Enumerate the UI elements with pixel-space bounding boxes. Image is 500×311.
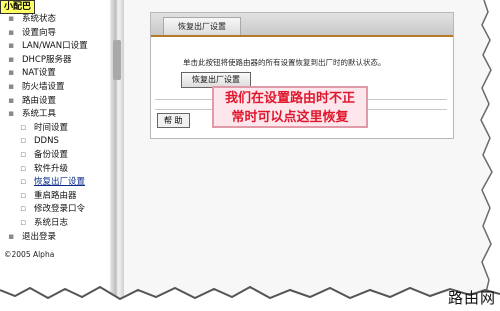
bullet-icon: ▫ — [20, 149, 27, 160]
sidebar-item-label: 修改登录口令 — [34, 204, 86, 215]
sidebar-item-lan-wan[interactable]: ▪ LAN/WAN口设置 — [8, 40, 88, 54]
sidebar-item-label: 防火墙设置 — [22, 81, 65, 92]
sidebar-item-label: 系统日志 — [34, 217, 69, 228]
bullet-icon: ▪ — [8, 27, 15, 38]
sidebar-item-label: 系统工具 — [22, 109, 57, 120]
bullet-icon: ▪ — [8, 68, 15, 79]
sidebar-item-nat[interactable]: ▪ NAT设置 — [8, 67, 88, 81]
annotation-callout: 我们在设置路由时不正 常时可以点这里恢复 — [212, 86, 368, 128]
sidebar-item-syslog[interactable]: ▫ 系统日志 — [8, 217, 88, 231]
sidebar-item-label: NAT设置 — [22, 68, 56, 79]
panel-title-tab: 恢复出厂设置 — [163, 17, 241, 35]
sidebar-item-factory-reset[interactable]: ▫ 恢复出厂设置 — [8, 176, 88, 190]
bullet-icon: ▪ — [8, 231, 15, 242]
watermark: 路由网 — [447, 289, 496, 307]
sidebar-item-label: DHCP服务器 — [22, 54, 72, 65]
copyright-text: ©2005 Alpha — [4, 250, 55, 259]
sidebar: ▪ 系统状态 ▪ 设置向导 ▪ LAN/WAN口设置 ▪ DHCP服务器 ▪ NAT设置 … — [0, 0, 111, 300]
bullet-icon: ▫ — [20, 136, 27, 147]
bullet-icon: ▫ — [20, 190, 27, 201]
sidebar-item-label: 系统状态 — [22, 14, 57, 24]
sidebar-item-label: LAN/WAN口设置 — [22, 41, 88, 52]
panel-header: 恢复出厂设置 — [151, 13, 453, 37]
annotation-line: 常时可以点这里恢复 — [231, 110, 349, 125]
app-logo-label: 小配巴 — [0, 0, 36, 14]
sidebar-item-setup-wizard[interactable]: ▪ 设置向导 — [8, 27, 88, 41]
bullet-icon: ▪ — [8, 109, 15, 120]
scrollbar-thumb[interactable] — [113, 40, 121, 80]
bullet-icon: ▫ — [20, 163, 27, 174]
bullet-icon: ▪ — [8, 95, 15, 106]
sidebar-item-routing[interactable]: ▪ 路由设置 — [8, 95, 88, 109]
sidebar-item-password[interactable]: ▫ 修改登录口令 — [8, 203, 88, 217]
sidebar-item-logout[interactable]: ▪ 退出登录 — [8, 231, 88, 245]
bullet-icon: ▫ — [20, 122, 27, 133]
sidebar-item-system-tools[interactable]: ▪ 系统工具 — [8, 108, 88, 122]
sidebar-item-label: 时间设置 — [34, 122, 69, 133]
sidebar-item-label: 软件升级 — [34, 163, 69, 174]
torn-edge-bottom — [0, 285, 500, 311]
sidebar-item-firmware[interactable]: ▫ 软件升级 — [8, 163, 88, 177]
sidebar-item-label: 恢复出厂设置 — [34, 177, 86, 188]
bullet-icon: ▪ — [8, 14, 15, 24]
sidebar-item-dhcp[interactable]: ▪ DHCP服务器 — [8, 54, 88, 68]
panel-description: 单击此按钮将使路由器的所有设置恢复到出厂时的默认状态。 — [183, 58, 386, 67]
sidebar-item-ddns[interactable]: ▫ DDNS — [8, 135, 88, 149]
bullet-icon: ▪ — [8, 81, 15, 92]
bullet-icon: ▫ — [20, 177, 27, 188]
annotation-line: 我们在设置路由时不正 — [224, 91, 355, 106]
sidebar-item-label: 设置向导 — [22, 27, 57, 38]
sidebar-menu: ▪ 系统状态 ▪ 设置向导 ▪ LAN/WAN口设置 ▪ DHCP服务器 ▪ NAT设置 … — [8, 13, 88, 244]
sidebar-item-label: 路由设置 — [22, 95, 57, 106]
sidebar-item-label: DDNS — [34, 136, 59, 147]
sidebar-item-backup[interactable]: ▫ 备份设置 — [8, 149, 88, 163]
bullet-icon: ▫ — [20, 217, 27, 228]
bullet-icon: ▫ — [20, 204, 27, 215]
bullet-icon: ▪ — [8, 54, 15, 65]
sidebar-item-label: 备份设置 — [34, 149, 69, 160]
sidebar-item-firewall[interactable]: ▪ 防火墙设置 — [8, 81, 88, 95]
bullet-icon: ▪ — [8, 41, 15, 52]
torn-edge-right — [480, 0, 500, 300]
sidebar-item-system-status[interactable]: ▪ 系统状态 — [8, 13, 88, 27]
help-button[interactable]: 帮 助 — [157, 113, 190, 128]
sidebar-item-time[interactable]: ▫ 时间设置 — [8, 122, 88, 136]
sidebar-item-label: 重启路由器 — [34, 190, 77, 201]
sidebar-item-reboot[interactable]: ▫ 重启路由器 — [8, 190, 88, 204]
sidebar-item-label: 退出登录 — [22, 231, 57, 242]
